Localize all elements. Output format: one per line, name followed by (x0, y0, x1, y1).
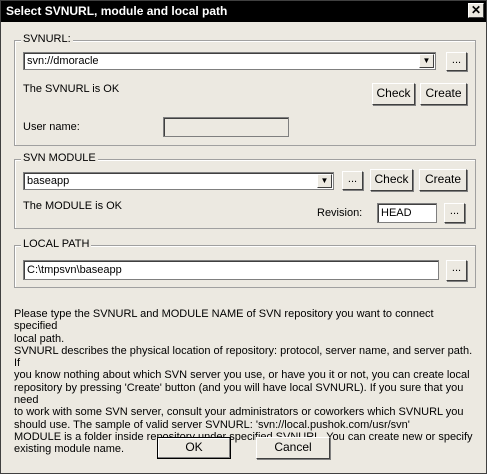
module-group: SVN MODULE baseapp ▼ ... Check Create Th… (14, 152, 476, 229)
cancel-button[interactable]: Cancel (256, 437, 330, 459)
help-line: existing module name. (14, 443, 125, 456)
revision-field[interactable]: HEAD (377, 203, 437, 223)
svnurl-combo[interactable]: svn://dmoracle ▼ (23, 52, 436, 70)
username-field[interactable] (163, 117, 289, 137)
help-text: Please type the SVNURL and MODULE NAME o… (14, 308, 474, 456)
module-create-button[interactable]: Create (419, 169, 467, 191)
chevron-down-icon[interactable]: ▼ (317, 174, 332, 188)
module-check-button[interactable]: Check (370, 169, 413, 191)
help-line: should use. The sample of valid server S… (14, 418, 410, 431)
dialog-window: Select SVNURL, module and local path ✕ S… (0, 0, 487, 474)
title-bar: Select SVNURL, module and local path ✕ (1, 1, 486, 22)
help-line: to work with some SVN server, consult yo… (14, 406, 464, 419)
svnurl-status: The SVNURL is OK (23, 83, 120, 95)
revision-browse-button[interactable]: ... (444, 203, 465, 223)
module-status: The MODULE is OK (23, 200, 123, 212)
svnurl-group: SVNURL: svn://dmoracle ▼ ... The SVNURL … (14, 33, 476, 146)
module-combo[interactable]: baseapp ▼ (23, 172, 334, 190)
svnurl-legend: SVNURL: (21, 33, 73, 45)
module-legend: SVN MODULE (21, 152, 98, 164)
help-line: you know nothing about which SVN server … (14, 369, 470, 382)
local-path-field[interactable]: C:\tmpsvn\baseapp (23, 260, 439, 280)
svnurl-create-button[interactable]: Create (420, 83, 467, 105)
module-value: baseapp (27, 175, 70, 187)
svnurl-value: svn://dmoracle (27, 55, 99, 67)
help-line: MODULE is a folder inside repository und… (14, 430, 473, 443)
local-path-legend: LOCAL PATH (21, 238, 92, 250)
svnurl-check-button[interactable]: Check (372, 83, 415, 105)
close-icon[interactable]: ✕ (468, 3, 484, 18)
module-browse-button[interactable]: ... (342, 171, 363, 190)
svnurl-browse-button[interactable]: ... (446, 52, 467, 71)
ok-button[interactable]: OK (157, 437, 231, 459)
help-line: repository by pressing 'Create' button (… (14, 381, 464, 407)
username-label: User name: (23, 121, 80, 133)
local-path-group: LOCAL PATH C:\tmpsvn\baseapp ... (14, 238, 476, 288)
help-line: Please type the SVNURL and MODULE NAME o… (14, 308, 434, 333)
help-line: SVNURL describes the physical location o… (14, 344, 473, 370)
help-line: local path. (14, 332, 65, 345)
dialog-title: Select SVNURL, module and local path (6, 4, 228, 18)
revision-label: Revision: (317, 207, 363, 219)
chevron-down-icon[interactable]: ▼ (419, 54, 434, 68)
local-path-browse-button[interactable]: ... (446, 260, 467, 281)
